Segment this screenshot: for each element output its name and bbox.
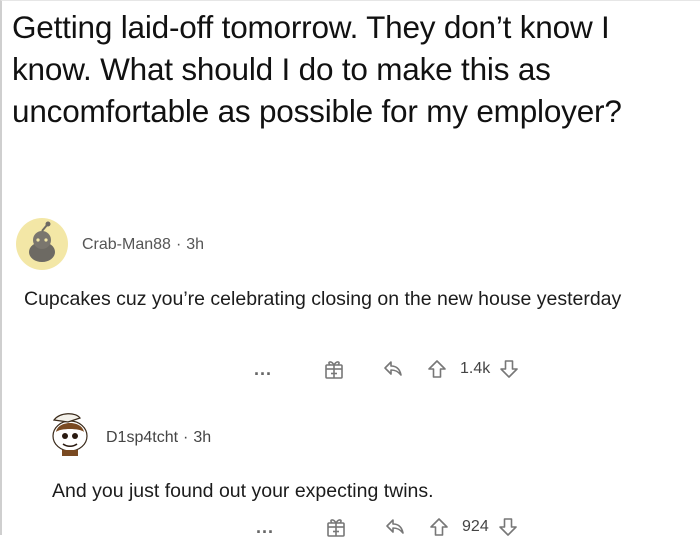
more-options-button[interactable]: ... [256, 517, 274, 538]
comment-body: Cupcakes cuz you’re celebrating closing … [24, 288, 622, 310]
username[interactable]: D1sp4tcht [106, 429, 178, 446]
more-options-button[interactable]: ... [254, 359, 272, 380]
comment-meta: Crab-Man88 · 3h [82, 236, 204, 254]
username[interactable]: Crab-Man88 [82, 236, 171, 253]
gift-award-icon[interactable] [324, 515, 348, 539]
downvote-arrow-icon[interactable] [498, 358, 520, 380]
upvote-arrow-icon[interactable] [428, 516, 450, 538]
comment-actions: ... 924 [256, 514, 519, 540]
meta-separator: · [175, 236, 182, 253]
downvote-arrow-icon[interactable] [497, 516, 519, 538]
avatar[interactable] [16, 218, 68, 270]
timestamp: 3h [186, 236, 205, 253]
reply-arrow-icon[interactable] [382, 358, 404, 380]
timestamp: 3h [193, 429, 212, 446]
comment-actions: ... 1.4k [254, 356, 520, 382]
upvote-arrow-icon[interactable] [426, 358, 448, 380]
comment-meta: D1sp4tcht · 3h [106, 429, 211, 447]
post-title: Getting laid-off tomorrow. They don’t kn… [12, 9, 622, 129]
gift-award-icon[interactable] [322, 357, 346, 381]
meta-separator: · [183, 429, 189, 446]
reply-arrow-icon[interactable] [384, 516, 406, 538]
avatar[interactable] [46, 406, 98, 458]
vote-score: 1.4k [460, 360, 491, 377]
vote-score: 924 [462, 518, 489, 535]
comment-body: And you just found out your expecting tw… [52, 480, 434, 502]
